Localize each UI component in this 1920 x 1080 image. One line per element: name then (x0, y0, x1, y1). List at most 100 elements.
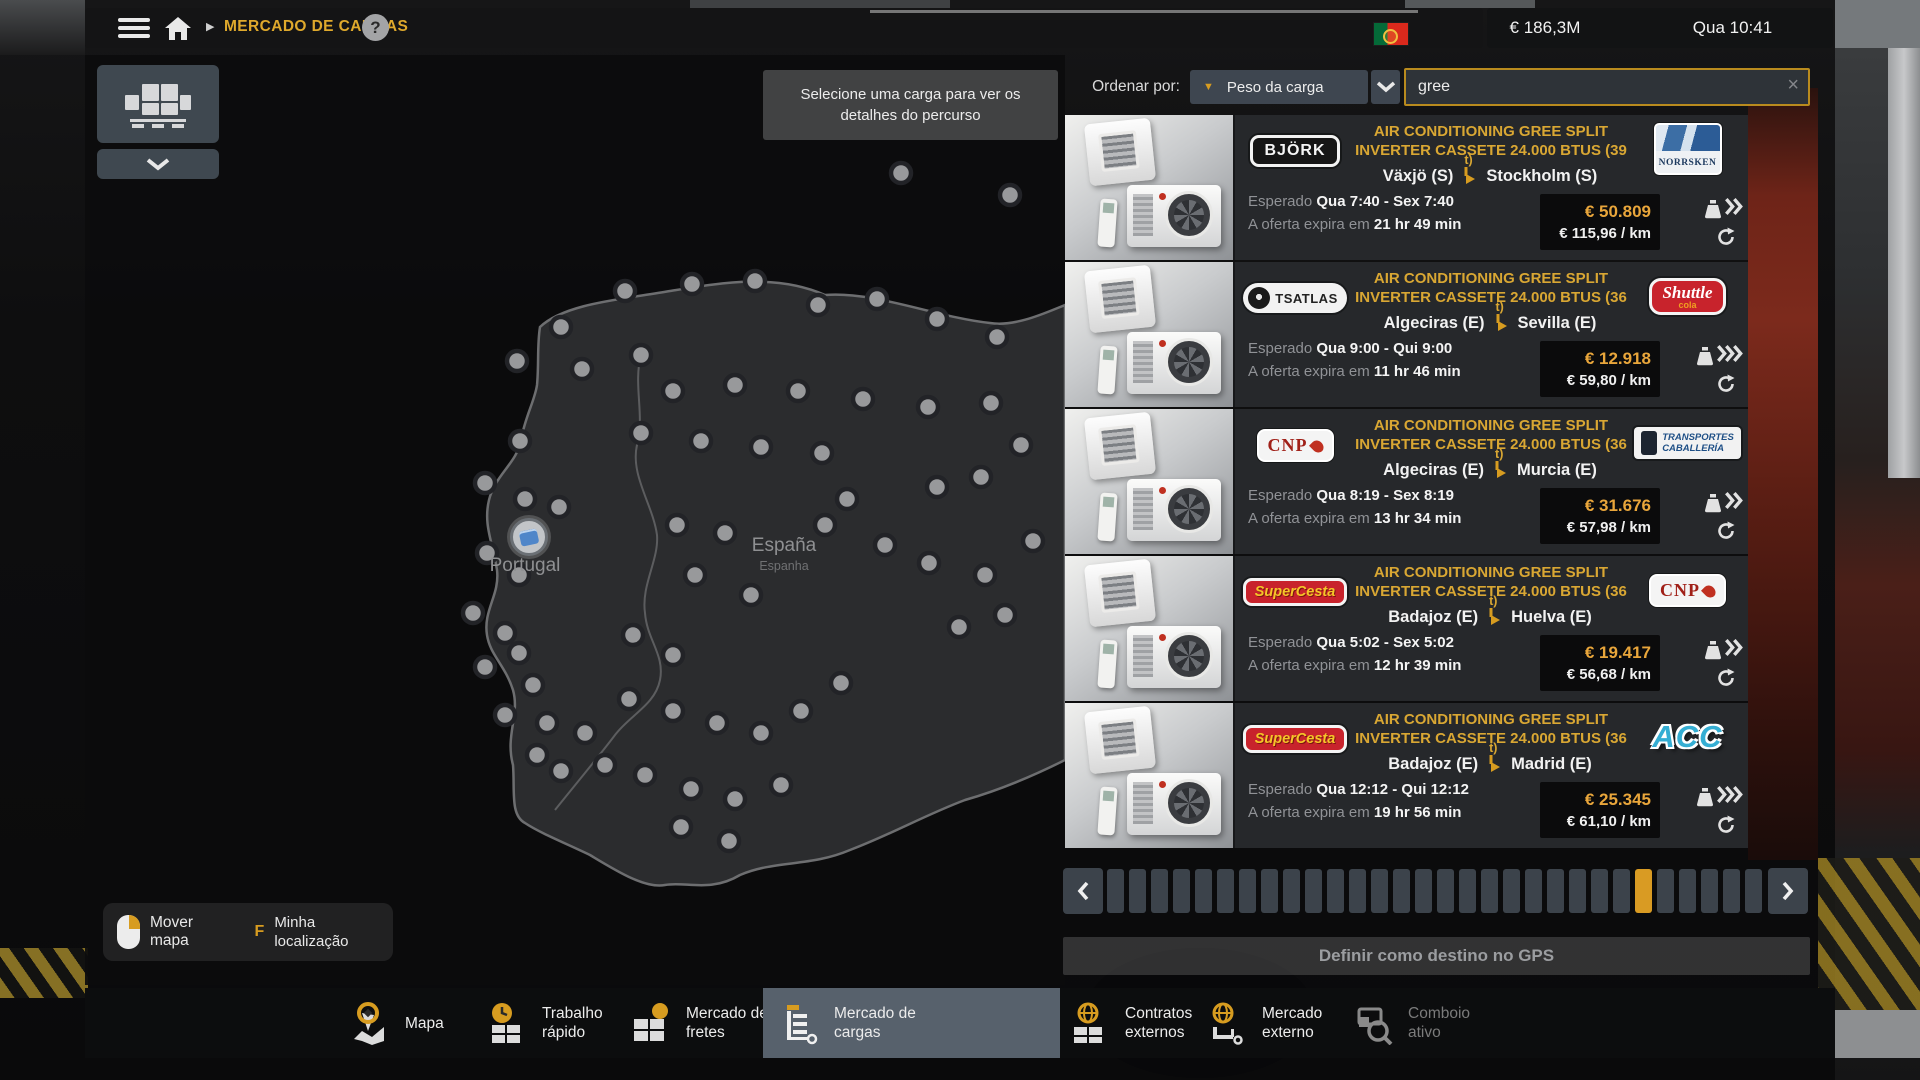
city-dot[interactable] (751, 437, 771, 457)
cargo-card[interactable]: SuperCesta AIR CONDITIONING GREE SPLITIN… (1065, 703, 1748, 848)
prev-page-button[interactable] (1063, 868, 1103, 914)
page-block[interactable] (1723, 869, 1740, 913)
city-dot[interactable] (1023, 531, 1043, 551)
route-map[interactable]: Portugal España Espanha (85, 55, 1065, 985)
nav-mercado-de-fretes[interactable]: Mercado defretes (621, 988, 768, 1058)
page-block[interactable] (1349, 869, 1366, 913)
city-dot[interactable] (987, 327, 1007, 347)
city-dot[interactable] (495, 623, 515, 643)
page-block[interactable] (1195, 869, 1212, 913)
city-dot[interactable] (975, 565, 995, 585)
player-location-marker[interactable] (510, 518, 548, 556)
clear-search-icon[interactable]: × (1787, 74, 1799, 97)
city-dot[interactable] (671, 817, 691, 837)
page-block[interactable] (1503, 869, 1520, 913)
city-dot[interactable] (549, 497, 569, 517)
city-dot[interactable] (1000, 185, 1020, 205)
city-dot[interactable] (631, 345, 651, 365)
city-dot[interactable] (875, 535, 895, 555)
city-dot[interactable] (575, 723, 595, 743)
city-dot[interactable] (527, 745, 547, 765)
city-dot[interactable] (791, 701, 811, 721)
city-dot[interactable] (741, 585, 761, 605)
collapse-filter-button[interactable] (97, 149, 219, 179)
city-dot[interactable] (725, 375, 745, 395)
city-dot[interactable] (815, 515, 835, 535)
city-dot[interactable] (523, 675, 543, 695)
city-dot[interactable] (509, 643, 529, 663)
page-block[interactable] (1745, 869, 1762, 913)
city-dot[interactable] (515, 489, 535, 509)
city-dot[interactable] (663, 381, 683, 401)
cargo-card[interactable]: CNP AIR CONDITIONING GREE SPLITINVERTER … (1065, 409, 1748, 554)
city-dot[interactable] (927, 309, 947, 329)
cargo-card[interactable]: TSATLAS AIR CONDITIONING GREE SPLITINVER… (1065, 262, 1748, 407)
city-dot[interactable] (751, 723, 771, 743)
nav-mercado-de-cargas[interactable]: Mercado decargas (763, 988, 1060, 1058)
city-dot[interactable] (837, 489, 857, 509)
nav-mercado-externo[interactable]: Mercadoexterno (1197, 988, 1322, 1058)
city-dot[interactable] (949, 617, 969, 637)
city-dot[interactable] (510, 431, 530, 451)
city-dot[interactable] (812, 443, 832, 463)
page-block[interactable] (1129, 869, 1146, 913)
city-dot[interactable] (745, 271, 765, 291)
home-icon[interactable] (164, 15, 194, 42)
city-dot[interactable] (971, 467, 991, 487)
sort-dropdown[interactable]: ▼ Peso da carga (1190, 70, 1368, 104)
city-dot[interactable] (551, 761, 571, 781)
nav-contratos-externos[interactable]: Contratosexternos (1060, 988, 1192, 1058)
city-dot[interactable] (927, 477, 947, 497)
city-dot[interactable] (635, 765, 655, 785)
page-block[interactable] (1107, 869, 1124, 913)
city-dot[interactable] (853, 389, 873, 409)
page-block[interactable] (1217, 869, 1234, 913)
page-block[interactable] (1415, 869, 1432, 913)
city-dot[interactable] (808, 295, 828, 315)
page-block[interactable] (1283, 869, 1300, 913)
page-block-active[interactable] (1635, 869, 1652, 913)
next-page-button[interactable] (1768, 868, 1808, 914)
city-dot[interactable] (1011, 435, 1031, 455)
cargo-card[interactable]: SuperCesta AIR CONDITIONING GREE SPLITIN… (1065, 556, 1748, 701)
page-block[interactable] (1261, 869, 1278, 913)
page-block[interactable] (1525, 869, 1542, 913)
city-dot[interactable] (867, 289, 887, 309)
city-dot[interactable] (551, 317, 571, 337)
city-dot[interactable] (715, 523, 735, 543)
city-dot[interactable] (667, 515, 687, 535)
cargo-type-filter-button[interactable] (97, 65, 219, 143)
iberia-map[interactable] (85, 55, 1065, 985)
menu-icon[interactable] (118, 18, 150, 39)
city-dot[interactable] (919, 553, 939, 573)
page-block[interactable] (1173, 869, 1190, 913)
page-block[interactable] (1591, 869, 1608, 913)
city-dot[interactable] (681, 779, 701, 799)
city-dot[interactable] (615, 281, 635, 301)
page-block[interactable] (1371, 869, 1388, 913)
city-dot[interactable] (891, 163, 911, 183)
page-block[interactable] (1393, 869, 1410, 913)
city-dot[interactable] (663, 701, 683, 721)
set-gps-destination-button[interactable]: Definir como destino no GPS (1063, 937, 1810, 975)
page-block[interactable] (1547, 869, 1564, 913)
page-block[interactable] (1613, 869, 1630, 913)
nav-mapa[interactable]: Mapa (340, 988, 444, 1058)
page-block[interactable] (1701, 869, 1718, 913)
page-block[interactable] (1481, 869, 1498, 913)
city-dot[interactable] (707, 713, 727, 733)
city-dot[interactable] (623, 625, 643, 645)
city-dot[interactable] (831, 673, 851, 693)
cargo-card[interactable]: BJÖRK AIR CONDITIONING GREE SPLITINVERTE… (1065, 115, 1748, 260)
page-block[interactable] (1151, 869, 1168, 913)
search-input[interactable] (1406, 70, 1808, 104)
city-dot[interactable] (507, 351, 527, 371)
city-dot[interactable] (619, 689, 639, 709)
page-block[interactable] (1239, 869, 1256, 913)
page-block[interactable] (1305, 869, 1322, 913)
city-dot[interactable] (788, 381, 808, 401)
city-dot[interactable] (771, 775, 791, 795)
nav-trabalho-rapido[interactable]: Trabalhorápido (477, 988, 603, 1058)
city-dot[interactable] (981, 393, 1001, 413)
page-block[interactable] (1437, 869, 1454, 913)
